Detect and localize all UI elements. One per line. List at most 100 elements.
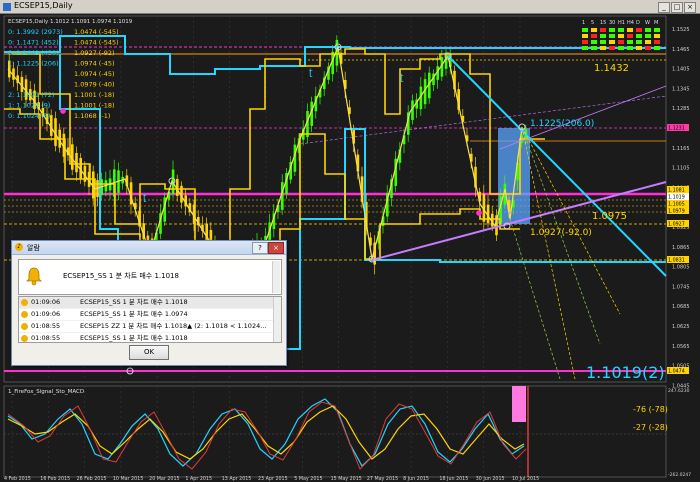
level-label-2: 1.1225(206.0) (530, 119, 594, 129)
list-item[interactable]: 01:08:55 ECSEP15_SS 1 분 차트 매수 1.1018 (19, 333, 281, 342)
level-text-right: 1.0974 (-45) (74, 70, 115, 78)
svg-text:ʈ: ʈ (400, 73, 404, 83)
level-text-right: 1.0474 (-545) (74, 28, 119, 36)
list-item-message: ECSEP15_SS 1 분 차트 매수 1.1018 (80, 334, 188, 342)
timeframe-label[interactable]: 15 (600, 20, 606, 26)
chart-title-bar[interactable]: ECSEP15,Daily _ □ × (0, 0, 700, 14)
timeframe-label[interactable]: 5 (591, 20, 594, 26)
help-button[interactable]: ? (252, 242, 268, 254)
level-text-right: 1.0979 (-40) (74, 81, 115, 89)
timeframe-cell (591, 40, 597, 44)
message-scrollbar[interactable] (272, 261, 280, 293)
bell-icon (26, 267, 42, 286)
price-tick-label: 1.0565 (672, 344, 690, 350)
date-tick-label: 16 Feb 2015 (40, 476, 70, 482)
alert-dialog-titlebar[interactable]: ♪ 알람 ? × (12, 241, 286, 255)
bell-icon (21, 311, 28, 318)
ok-button[interactable]: OK (129, 345, 169, 360)
timeframe-cell (645, 40, 651, 44)
timeframe-cell (609, 40, 615, 44)
timeframe-cell (618, 34, 624, 38)
timeframe-cell (627, 46, 633, 50)
symbol-header: ECSEP15,Daily 1.1012 1.1091 1.0974 1.101… (8, 19, 133, 25)
price-tick-label: 1.1465 (672, 47, 690, 53)
price-tag-text: 1.1019 (668, 195, 685, 201)
date-tick-label: 10 Jul 2015 (512, 476, 539, 482)
level-text-right: 1.1068 (-1) (74, 112, 110, 120)
timeframe-cell (609, 46, 615, 50)
timeframe-cell (654, 34, 660, 38)
chart-window: ECSEP15,Daily _ □ × ʈ ʈ ʈ 0: 1.3992 (297… (0, 0, 700, 482)
indicator-axis-bottom: -262.0247 (668, 472, 691, 478)
indicator-value-2: -27 (-28) (633, 423, 668, 432)
level-label-4: 1.0927(-92.0) (530, 228, 592, 238)
price-tag-text: 1.0927 (668, 222, 685, 228)
date-tick-label: 13 Apr 2015 (222, 476, 252, 482)
dialog-close-button[interactable]: × (268, 242, 284, 254)
timeframe-cell (627, 40, 633, 44)
list-item-message: ECSEP15_SS 1 분 차트 매수 1.0974 (80, 310, 188, 318)
timeframe-label[interactable]: D (636, 20, 640, 26)
date-axis: 4 Feb 2015 16 Feb 2015 26 Feb 2015 10 Mar 2… (4, 476, 539, 482)
alert-dialog[interactable]: ♪ 알람 ? × ECSEP15_SS 1 분 차트 매수 1.1018 01:… (11, 240, 287, 366)
indicator-histogram-bar (512, 386, 526, 422)
timeframe-cell (654, 46, 660, 50)
alert-bell-small-icon: ♪ (15, 243, 23, 251)
timeframe-cell (627, 28, 633, 32)
alert-message-box: ECSEP15_SS 1 분 차트 매수 1.1018 (18, 259, 282, 295)
timeframe-cell (582, 46, 588, 50)
list-item[interactable]: 01:09:06 ECSEP15_SS 1 분 차트 매수 1.0974 (19, 309, 281, 321)
date-tick-label: 18 Jun 2015 (439, 476, 468, 482)
timeframe-label[interactable]: H1 (618, 20, 625, 26)
price-tick-label: 1.0865 (672, 245, 690, 251)
price-tag-text: 1.1231 (668, 126, 685, 132)
bell-icon (21, 299, 28, 306)
list-item[interactable]: 01:09:06 ECSEP15_SS 1 분 차트 매수 1.1018 (19, 297, 281, 309)
price-tick-label: 1.1285 (672, 106, 690, 112)
level-text-right: 1.0927 (-92) (74, 49, 115, 57)
maximize-button[interactable]: □ (671, 2, 683, 13)
close-button[interactable]: × (684, 2, 696, 13)
list-item-time: 01:08:55 (31, 322, 61, 330)
date-tick-label: 30 Jun 2015 (476, 476, 505, 482)
timeframe-label[interactable]: 30 (609, 20, 615, 26)
timeframe-cell (654, 28, 660, 32)
minimize-button[interactable]: _ (658, 2, 670, 13)
level-text-left: 1: 1.1028 (9) (8, 102, 50, 110)
level-text-right: 1.1001 (-18) (74, 102, 115, 110)
timeframe-cell (582, 40, 588, 44)
timeframe-cell (609, 28, 615, 32)
timeframe-cell (591, 34, 597, 38)
svg-text:ʈ: ʈ (309, 68, 313, 78)
price-tick-label: 1.0625 (672, 324, 690, 330)
timeframe-label[interactable]: 1 (582, 20, 585, 26)
date-tick-label: 20 Mar 2015 (149, 476, 179, 482)
timeframe-label[interactable]: M (654, 20, 658, 26)
timeframe-label[interactable]: W (645, 20, 650, 26)
timeframe-cell (600, 46, 606, 50)
timeframe-cell (582, 34, 588, 38)
timeframe-label[interactable]: H4 (627, 20, 634, 26)
level-label-3: 1.0975 (592, 211, 627, 222)
date-tick-label: 15 May 2015 (331, 476, 362, 482)
timeframe-cell (591, 46, 597, 50)
price-tick-label: 1.1525 (672, 27, 690, 33)
price-tag-text: 1.1005 (668, 202, 685, 208)
level-text-right: 1.0474 (-545) (74, 39, 119, 47)
price-tick-label: 1.0805 (672, 265, 690, 271)
date-tick-label: 1 Apr 2015 (185, 476, 212, 482)
level-label-1: 1.1432 (594, 63, 629, 74)
alert-history-list[interactable]: 01:09:06 ECSEP15_SS 1 분 차트 매수 1.1018 01:… (18, 296, 282, 343)
indicator-axis-top: 247.6230 (668, 388, 690, 394)
list-scrollbar[interactable] (273, 297, 281, 342)
date-tick-label: 10 Mar 2015 (113, 476, 143, 482)
date-tick-label: 8 Jun 2015 (403, 476, 429, 482)
bell-icon (21, 335, 28, 342)
price-tag-text: 1.0979 (668, 209, 685, 215)
price-tick-label: 1.0745 (672, 284, 690, 290)
date-tick-label: 5 May 2015 (294, 476, 322, 482)
list-item[interactable]: 01:08:55 ECSEP15 ZZ 1 분 차트 매수 1.1018▲ (2… (19, 321, 281, 333)
timeframe-cell (600, 40, 606, 44)
timeframe-cell (636, 46, 642, 50)
list-item-time: 01:08:55 (31, 334, 61, 342)
